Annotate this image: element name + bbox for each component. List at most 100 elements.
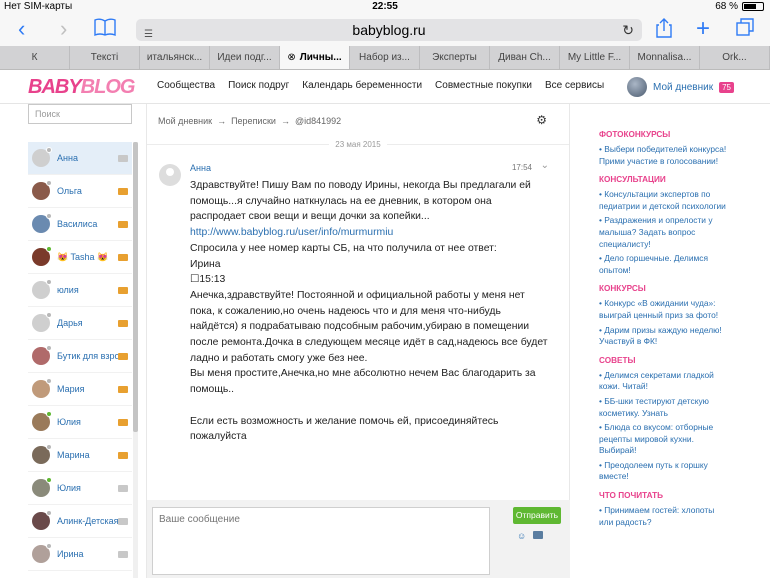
contact-name: Юлия [57,417,81,427]
bookmarks-icon[interactable] [94,18,116,40]
nav-link[interactable]: Календарь беременности [302,80,422,91]
contact-name: Дарья [57,318,83,328]
message-avatar[interactable] [159,164,181,186]
forward-icon[interactable]: › [60,18,67,40]
avatar [32,312,52,332]
user-avatar[interactable] [627,77,647,97]
clock: 22:55 [372,1,398,12]
avatar [32,477,52,497]
promo-sidebar: ФОТОКОНКУРСЫ • Выбери победителей конкурс… [599,130,729,536]
share-icon[interactable] [656,18,672,42]
sidebar-link[interactable]: • Преодолеем путь к горшку вместе! [599,460,729,483]
nav-link[interactable]: Совместные покупки [435,80,532,91]
message-link[interactable]: http://www.babyblog.ru/user/info/murmurm… [190,225,550,241]
sidebar-link[interactable]: • Дело горшечные. Делимся опытом! [599,253,729,276]
contact-list-scrollbar[interactable] [133,142,138,578]
message-composer: Отправить ☺ [147,500,570,578]
image-icon[interactable] [533,531,543,539]
tab-label: Идеи подг... [217,52,272,63]
sidebar-link[interactable]: • Конкурс «В ожидании чуда»: выиграй цен… [599,298,729,321]
online-status-icon [46,477,52,483]
sidebar-link[interactable]: • Раздражения и опрелости у малыша? Зада… [599,215,729,250]
contact-item[interactable]: Анна [28,142,132,175]
contact-item[interactable]: Юлия [28,406,132,439]
smiley-icon[interactable]: ☺ [517,531,526,541]
sidebar-section: ЧТО ПОЧИТАТЬ • Принимаем гостей: хлопоты … [599,491,729,528]
contact-item[interactable]: Ирина [28,538,132,571]
send-button[interactable]: Отправить [513,507,561,524]
my-diary-label[interactable]: Мой дневник [653,82,713,93]
reload-icon[interactable]: ↻ [622,19,634,41]
sidebar-link[interactable]: • Принимаем гостей: хлопоты или радость? [599,505,729,528]
tab-label: Диван Ch... [498,52,551,63]
browser-tab[interactable]: Ork... [700,46,770,69]
battery-status: 68 % [715,1,764,12]
date-separator: 23 мая 2015 [147,140,569,154]
chevron-down-icon[interactable]: ⌄ [541,160,549,171]
breadcrumb: Мой дневник → Переписки → @id841992 [158,116,341,126]
message-line: Ирина [190,258,221,270]
address-bar[interactable]: ☰ babyblog.ru ↻ [136,19,642,41]
contact-item[interactable]: Бутик для взрос [28,340,132,373]
browser-tab[interactable]: ⊗ Личны... [280,46,350,69]
breadcrumb-item[interactable]: Мой дневник [158,116,212,126]
browser-tab[interactable]: Идеи подг... [210,46,280,69]
nav-link[interactable]: Все сервисы [545,80,604,91]
contact-item[interactable]: Алинк-Детская [28,505,132,538]
back-icon[interactable]: ‹ [18,18,25,40]
contact-item[interactable]: Марина [28,439,132,472]
sidebar-link[interactable]: • Блюда со вкусом: отборные рецепты миро… [599,422,729,457]
sidebar-link[interactable]: • Выбери победителей конкурса! Прими уча… [599,144,729,167]
browser-tab[interactable]: К [0,46,70,69]
contact-list: Анна Ольга Василиса 😻 Tasha 😻 юлия Дарья Бутик… [28,142,132,571]
breadcrumb-item[interactable]: Переписки [231,116,276,126]
offline-status-icon [46,510,52,516]
my-diary-link[interactable]: Мой дневник 75 [627,77,734,97]
avatar [32,378,52,398]
contact-item[interactable]: Мария [28,373,132,406]
close-tab-icon[interactable]: ⊗ [287,52,295,63]
message-line: Вы меня простите,Анечка,но мне абсолютно… [190,368,536,396]
sidebar-link[interactable]: • Дарим призы каждую неделю! Участвуй в … [599,325,729,348]
offline-status-icon [46,312,52,318]
gear-icon[interactable]: ⚙ [536,113,547,127]
message-author[interactable]: Анна [190,163,211,173]
contact-item[interactable]: юлия [28,274,132,307]
browser-tab[interactable]: Тексті [70,46,140,69]
tabs-overview-icon[interactable] [736,18,754,40]
contact-item[interactable]: Дарья [28,307,132,340]
tab-label: Тексті [90,52,119,63]
sidebar-section-title[interactable]: ФОТОКОНКУРСЫ [599,130,729,139]
browser-tab[interactable]: Monnalisa... [630,46,700,69]
babyblog-logo[interactable]: BABYBLOG [28,76,135,99]
contact-item[interactable]: Василиса [28,208,132,241]
nav-link[interactable]: Сообщества [157,80,215,91]
new-tab-icon[interactable]: + [696,17,710,41]
contact-name: Алинк-Детская [57,516,118,526]
contact-item[interactable]: 😻 Tasha 😻 [28,241,132,274]
nav-link[interactable]: Поиск подруг [228,80,289,91]
browser-tab[interactable]: итальянск... [140,46,210,69]
contact-item[interactable]: Ольга [28,175,132,208]
message-input[interactable] [152,507,490,575]
sidebar-link[interactable]: • Консультации экспертов по педиатрии и … [599,189,729,212]
tab-label: Личны... [299,52,342,63]
browser-tab[interactable]: Эксперты [420,46,490,69]
scrollbar-thumb[interactable] [133,142,138,432]
browser-tab[interactable]: Диван Ch... [490,46,560,69]
online-status-icon [46,246,52,252]
status-bar: Нет SIM-карты 22:55 68 % [0,0,770,14]
browser-tab[interactable]: Набор из... [350,46,420,69]
sidebar-section-title[interactable]: КОНКУРСЫ [599,284,729,293]
sidebar-section-title[interactable]: ЧТО ПОЧИТАТЬ [599,491,729,500]
sidebar-link[interactable]: • ББ-шки тестируют детскую косметику. Уз… [599,396,729,419]
offline-status-icon [46,345,52,351]
browser-tab[interactable]: My Little F... [560,46,630,69]
contact-search-input[interactable]: Поиск [28,104,132,124]
sidebar-section-title[interactable]: КОНСУЛЬТАЦИИ [599,175,729,184]
sidebar-section-title[interactable]: СОВЕТЫ [599,356,729,365]
sidebar-link[interactable]: • Делимся секретами гладкой кожи. Читай! [599,370,729,393]
conversation-panel: Мой дневник → Переписки → @id841992 ⚙ 23 мая… [146,104,570,578]
contact-item[interactable]: Юлия [28,472,132,505]
reader-icon[interactable]: ☰ [144,24,153,46]
